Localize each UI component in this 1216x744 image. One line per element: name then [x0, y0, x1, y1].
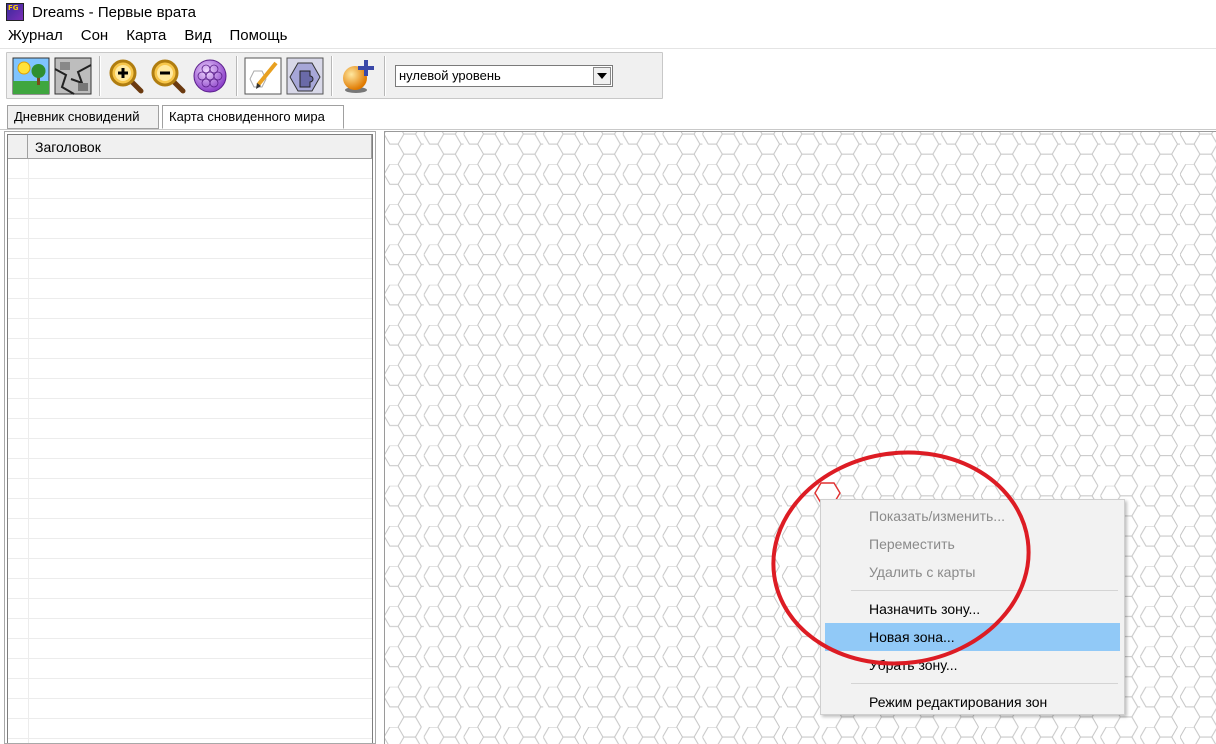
menu-map[interactable]: Карта — [117, 24, 175, 48]
puzzle-hex-button[interactable] — [285, 55, 325, 97]
edit-hex-button[interactable] — [243, 55, 283, 97]
menu-journal[interactable]: Журнал — [0, 24, 72, 48]
ctx-show-edit[interactable]: Показать/изменить... — [825, 502, 1120, 530]
ctx-zone-edit-mode[interactable]: Режим редактирования зон — [825, 688, 1120, 716]
add-sphere-button[interactable] — [338, 55, 378, 97]
zoom-out-button[interactable] — [148, 55, 188, 97]
ctx-remove-zone[interactable]: Убрать зону... — [825, 651, 1120, 679]
menu-separator — [851, 683, 1118, 684]
tab-dream-journal[interactable]: Дневник сновидений — [7, 105, 159, 129]
toolbar-separator — [99, 55, 101, 96]
ctx-remove-from-map[interactable]: Удалить с карты — [825, 558, 1120, 586]
toolbar-separator — [331, 55, 333, 96]
menu-bar: Журнал Сон Карта Вид Помощь — [0, 24, 1216, 48]
menu-separator — [851, 590, 1118, 591]
entries-list[interactable]: Заголовок — [7, 134, 373, 743]
toolbar-separator — [384, 55, 386, 96]
list-header-marker[interactable] — [8, 135, 28, 159]
zoom-in-button[interactable] — [106, 55, 146, 97]
tab-dream-world-map[interactable]: Карта сновиденного мира — [162, 105, 344, 129]
tab-bar: Дневник сновидений Карта сновиденного ми… — [0, 102, 1216, 130]
list-rows — [8, 159, 372, 743]
puzzle-hex-icon — [286, 57, 324, 94]
context-menu: Показать/изменить... Переместить Удалить… — [820, 499, 1125, 715]
entries-list-pane: Заголовок — [4, 131, 376, 744]
menu-help[interactable]: Помощь — [220, 24, 296, 48]
broken-image-button[interactable] — [53, 55, 93, 97]
landscape-button[interactable] — [11, 55, 51, 97]
toolbar-separator — [236, 55, 238, 96]
fg-app-icon — [6, 3, 24, 21]
zoom-out-icon — [151, 59, 186, 93]
broken-image-icon — [54, 57, 92, 95]
ctx-assign-zone[interactable]: Назначить зону... — [825, 595, 1120, 623]
dropdown-arrow-button[interactable] — [593, 66, 611, 85]
window-title: Dreams - Первые врата — [32, 3, 196, 21]
title-bar: Dreams - Первые врата — [0, 0, 1216, 24]
column-header-title[interactable]: Заголовок — [28, 135, 372, 159]
landscape-icon — [12, 57, 50, 94]
level-select[interactable]: нулевой уровень — [395, 64, 613, 87]
ctx-move[interactable]: Переместить — [825, 530, 1120, 558]
pane-splitter[interactable] — [376, 131, 384, 744]
add-sphere-icon — [343, 59, 374, 93]
hex-grid-button[interactable] — [190, 55, 230, 97]
list-header: Заголовок — [8, 135, 372, 159]
level-select-value: нулевой уровень — [399, 68, 501, 83]
zoom-in-icon — [109, 59, 144, 93]
toolbar: нулевой уровень — [6, 52, 663, 99]
ctx-new-zone[interactable]: Новая зона... — [825, 623, 1120, 651]
edit-hex-icon — [244, 57, 282, 94]
menu-view[interactable]: Вид — [175, 24, 220, 48]
chevron-down-icon — [597, 72, 607, 79]
hex-grid-icon — [193, 59, 227, 92]
menu-dream[interactable]: Сон — [72, 24, 117, 48]
toolbar-area: нулевой уровень — [0, 48, 1216, 102]
list-column-divider — [28, 159, 29, 743]
